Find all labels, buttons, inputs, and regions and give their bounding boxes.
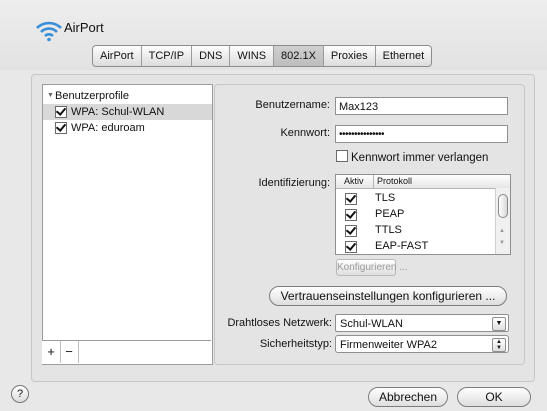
ok-button[interactable]: OK [457, 387, 531, 407]
tab-dns[interactable]: DNS [191, 46, 229, 66]
scroll-up-arrow-icon[interactable]: ▲ [499, 228, 505, 234]
protocol-table-header: Aktiv Protokoll [336, 175, 510, 189]
protocol-name: TTLS [375, 224, 402, 236]
protocol-active-checkbox[interactable] [345, 225, 357, 237]
help-button[interactable]: ? [11, 385, 29, 403]
table-scrollbar[interactable]: ▲ ▼ [495, 188, 510, 254]
column-header-protocol[interactable]: Protokoll [377, 175, 412, 188]
profile-item-schul-wlan[interactable]: WPA: Schul-WLAN [43, 104, 212, 120]
profile-label: WPA: eduroam [71, 122, 145, 134]
table-row[interactable]: EAP-FAST [336, 238, 496, 254]
username-field[interactable]: Max123 [335, 97, 508, 115]
profile-label: WPA: Schul-WLAN [71, 106, 165, 118]
wireless-network-combo[interactable]: Schul-WLAN ▼ [335, 314, 509, 332]
tab-ethernet[interactable]: Ethernet [374, 46, 432, 66]
profile-item-eduroam[interactable]: WPA: eduroam [43, 120, 212, 136]
table-row[interactable]: TLS [336, 190, 496, 206]
profile-list[interactable]: ▼ Benutzerprofile WPA: Schul-WLAN WPA: e… [42, 84, 213, 365]
protocol-active-checkbox[interactable] [345, 193, 357, 205]
add-profile-button[interactable]: + [42, 341, 61, 363]
updown-arrows-icon: ▲ ▼ [492, 338, 506, 352]
configure-button[interactable]: Konfigurieren ... [336, 259, 408, 276]
trust-settings-button[interactable]: Vertrauenseinstellungen konfigurieren ..… [269, 286, 507, 306]
profile-group-header[interactable]: ▼ Benutzerprofile [43, 88, 212, 104]
table-row[interactable]: PEAP [336, 206, 496, 222]
tab-airport[interactable]: AirPort [93, 46, 141, 66]
protocol-active-checkbox[interactable] [345, 209, 357, 221]
always-ask-label: Kennwort immer verlangen [351, 152, 489, 164]
window-title: AirPort [64, 20, 104, 35]
protocol-name: PEAP [375, 208, 405, 220]
table-row[interactable]: TTLS [336, 222, 496, 238]
always-ask-checkbox[interactable] [336, 150, 348, 162]
profile-checkbox[interactable] [55, 122, 67, 134]
profile-group-label: Benutzerprofile [55, 90, 129, 102]
wireless-network-value: Schul-WLAN [340, 318, 403, 330]
protocol-active-checkbox[interactable] [345, 241, 357, 253]
tab-wins[interactable]: WINS [229, 46, 273, 66]
password-label: Kennwort: [280, 127, 330, 139]
tab-proxies[interactable]: Proxies [322, 46, 375, 66]
password-field[interactable]: ••••••••••••••• [335, 125, 508, 143]
always-ask-option[interactable]: Kennwort immer verlangen [336, 150, 488, 164]
profile-list-buttons: + − [42, 340, 211, 364]
username-label: Benutzername: [255, 99, 330, 111]
security-type-value: Firmenweiter WPA2 [340, 339, 437, 351]
tab-bar: AirPort TCP/IP DNS WINS 802.1X Proxies E… [92, 45, 433, 67]
security-type-label: Sicherheitstyp: [259, 338, 332, 350]
scroll-down-arrow-icon[interactable]: ▼ [499, 240, 505, 246]
chevron-down-icon[interactable]: ▼ [492, 317, 506, 331]
identification-label: Identifizierung: [258, 177, 330, 189]
column-header-active[interactable]: Aktiv [344, 175, 364, 188]
protocol-name: TLS [375, 192, 396, 204]
cancel-button[interactable]: Abbrechen [368, 387, 448, 407]
wifi-icon [36, 21, 62, 42]
security-type-select[interactable]: Firmenweiter WPA2 ▲ ▼ [335, 335, 509, 353]
tab-tcpip[interactable]: TCP/IP [140, 46, 191, 66]
protocol-name: EAP-FAST [375, 240, 429, 252]
remove-profile-button[interactable]: − [60, 341, 79, 363]
protocol-table[interactable]: Aktiv Protokoll TLS PEAP TTLS EAP-FAST ▲… [335, 174, 511, 255]
disclosure-triangle-icon[interactable]: ▼ [47, 88, 54, 104]
wireless-network-label: Drahtloses Netzwerk: [227, 317, 332, 329]
tab-8021x[interactable]: 802.1X [273, 46, 323, 66]
scrollbar-thumb[interactable] [498, 194, 508, 218]
profile-checkbox[interactable] [55, 106, 67, 118]
